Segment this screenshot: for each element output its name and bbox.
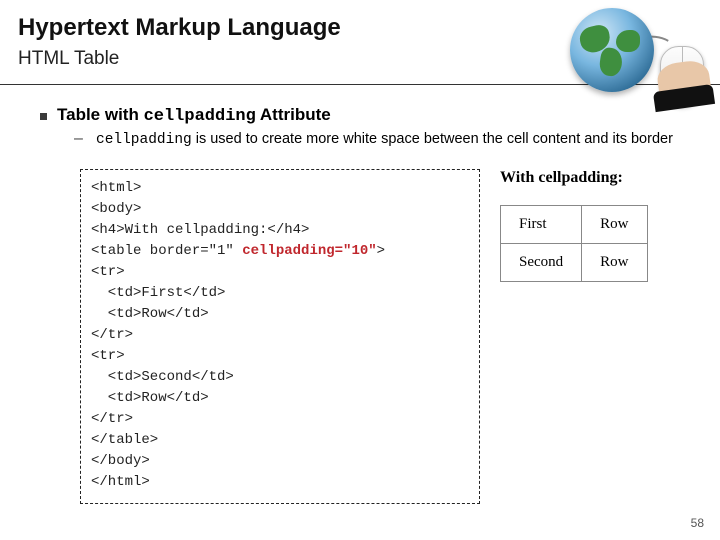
example-row: <html> <body> <h4>With cellpadding:</h4>…: [80, 169, 688, 504]
bullet-icon: [40, 113, 47, 120]
table-row: First Row: [501, 205, 648, 243]
table-row: Second Row: [501, 243, 648, 281]
code-sample: <html> <body> <h4>With cellpadding:</h4>…: [80, 169, 480, 504]
decorative-globe-image: [510, 2, 710, 112]
dash-icon: –: [74, 130, 86, 151]
sub-rest: is used to create more white space betwe…: [192, 131, 673, 147]
table-cell: Row: [582, 243, 647, 281]
rendered-preview: With cellpadding: First Row Second Row: [500, 169, 688, 504]
bullet-text: Table with cellpadding Attribute: [57, 105, 331, 126]
page-number: 58: [691, 516, 704, 530]
sub-bullet-text: cellpadding is used to create more white…: [96, 130, 673, 151]
bullet-suffix: Attribute: [256, 105, 331, 124]
slide-body: Table with cellpadding Attribute – cellp…: [0, 85, 720, 504]
sub-bullet-item: – cellpadding is used to create more whi…: [74, 130, 688, 151]
bullet-prefix: Table with: [57, 105, 144, 124]
table-cell: First: [501, 205, 582, 243]
sub-mono: cellpadding: [96, 132, 192, 148]
table-cell: Second: [501, 243, 582, 281]
bullet-mono: cellpadding: [144, 107, 256, 126]
table-cell: Row: [582, 205, 647, 243]
preview-table: First Row Second Row: [500, 205, 648, 282]
preview-heading: With cellpadding:: [500, 169, 688, 187]
